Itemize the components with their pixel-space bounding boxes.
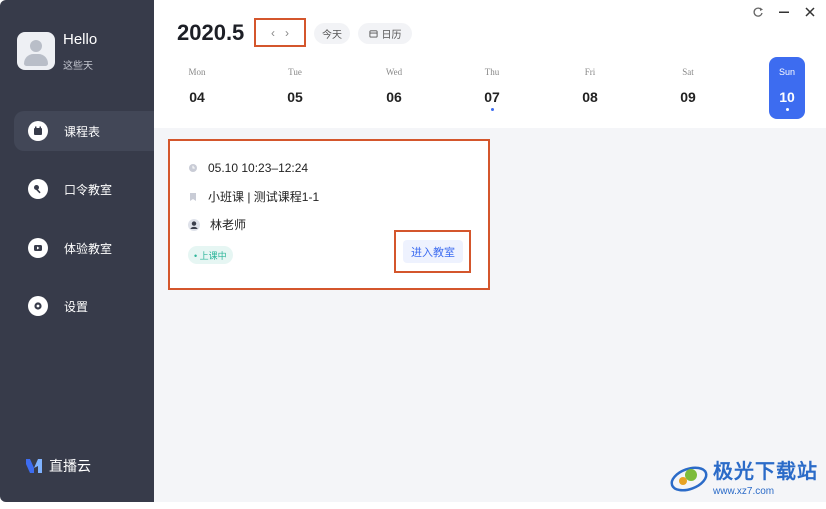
user-greeting: Hello [63,31,98,48]
course-time-row: 05.10 10:23–12:24 [188,161,308,175]
enter-classroom-button[interactable]: 进入教室 [403,240,463,263]
day-number: 08 [582,89,598,105]
gear-icon [28,296,48,316]
watermark-logo-icon [670,466,708,492]
bookmark-icon [190,192,196,201]
day-number: 10 [779,89,795,105]
close-icon[interactable] [802,4,818,20]
calendar-button-label: 日历 [381,30,402,41]
sidebar-item-password-room[interactable]: 口令教室 [14,169,154,209]
day-name: Thu [484,67,500,77]
next-week-button[interactable]: › [285,26,289,40]
course-time: 05.10 10:23–12:24 [208,161,309,175]
watermark-text-block: 极光下载站 www.xz7.com [713,455,818,497]
watermark-url: www.xz7.com [713,486,775,497]
calendar-icon [28,121,48,141]
calendar-button[interactable]: 日历 [358,23,412,44]
week-navigation: ‹ › [254,18,306,47]
day-number: 07 [484,89,500,105]
day-name: Sat [682,67,694,77]
course-card[interactable]: 05.10 10:23–12:24 小班课 | 测试课程1-1 林老师 • 上课… [168,139,490,290]
course-title: 小班课 | 测试课程1-1 [208,190,320,204]
day-number: 06 [386,89,402,105]
sidebar-item-settings[interactable]: 设置 [14,286,154,326]
day-name: Tue [288,67,302,77]
watermark-name: 极光下载站 [713,461,818,483]
day-mon[interactable]: Mon 04 [179,57,215,119]
day-thu[interactable]: Thu 07 [474,57,510,119]
sidebar-item-label: 口令教室 [64,182,113,197]
prev-week-button[interactable]: ‹ [271,26,275,40]
refresh-icon[interactable] [750,4,766,20]
day-name: Mon [188,67,206,77]
brand-logo: 直播云 [25,456,91,476]
day-name: Fri [584,67,596,77]
user-subtitle: 这些天 [63,61,93,72]
day-name: Sun [778,67,795,77]
minimize-icon[interactable] [776,4,792,20]
course-teacher: 林老师 [210,218,247,232]
day-wed[interactable]: Wed 06 [376,57,412,119]
main-panel: 2020.5 ‹ › 今天 日历 Mon 04 Tue 05 Wed 06 Th… [154,0,826,509]
course-teacher-row: 林老师 [188,216,246,233]
day-fri[interactable]: Fri 08 [572,57,608,119]
teacher-avatar-icon [188,218,200,231]
day-name: Wed [385,67,403,77]
week-strip: Mon 04 Tue 05 Wed 06 Thu 07 Fri 08 Sat 0… [154,55,826,125]
sidebar: Hello 这些天 课程表 口令教室 体验教室 设置 直播云 [0,0,154,502]
day-tue[interactable]: Tue 05 [277,57,313,119]
sidebar-item-label: 体验教室 [64,241,113,256]
calendar-icon [368,30,378,38]
day-number: 09 [680,89,696,105]
video-icon [28,238,48,258]
sidebar-item-label: 设置 [64,299,89,314]
day-sat[interactable]: Sat 09 [670,57,706,119]
today-button[interactable]: 今天 [314,23,350,44]
clock-icon [189,164,197,172]
event-dot [785,108,789,111]
sidebar-item-schedule[interactable]: 课程表 [14,111,154,151]
avatar-body-shape [24,54,48,66]
brand-name: 直播云 [49,458,91,474]
day-sun[interactable]: Sun 10 [769,57,805,119]
avatar[interactable] [17,32,55,70]
current-month: 2020.5 [177,20,245,45]
window-controls [750,4,818,20]
key-icon [28,179,48,199]
event-dot [490,108,494,111]
status-badge: • 上课中 [188,246,233,264]
avatar-head-shape [30,40,42,52]
app-window: Hello 这些天 课程表 口令教室 体验教室 设置 直播云 2020.5 ‹ … [0,0,826,509]
sidebar-item-trial-room[interactable]: 体验教室 [14,228,154,268]
sidebar-item-label: 课程表 [64,124,101,139]
course-title-row: 小班课 | 测试课程1-1 [188,188,319,205]
schedule-content: 05.10 10:23–12:24 小班课 | 测试课程1-1 林老师 • 上课… [154,128,826,502]
day-number: 05 [287,89,303,105]
brand-logo-icon [26,459,42,473]
watermark: 极光下载站 www.xz7.com [669,455,818,497]
day-number: 04 [189,89,205,105]
enter-classroom-highlight: 进入教室 [394,230,471,273]
